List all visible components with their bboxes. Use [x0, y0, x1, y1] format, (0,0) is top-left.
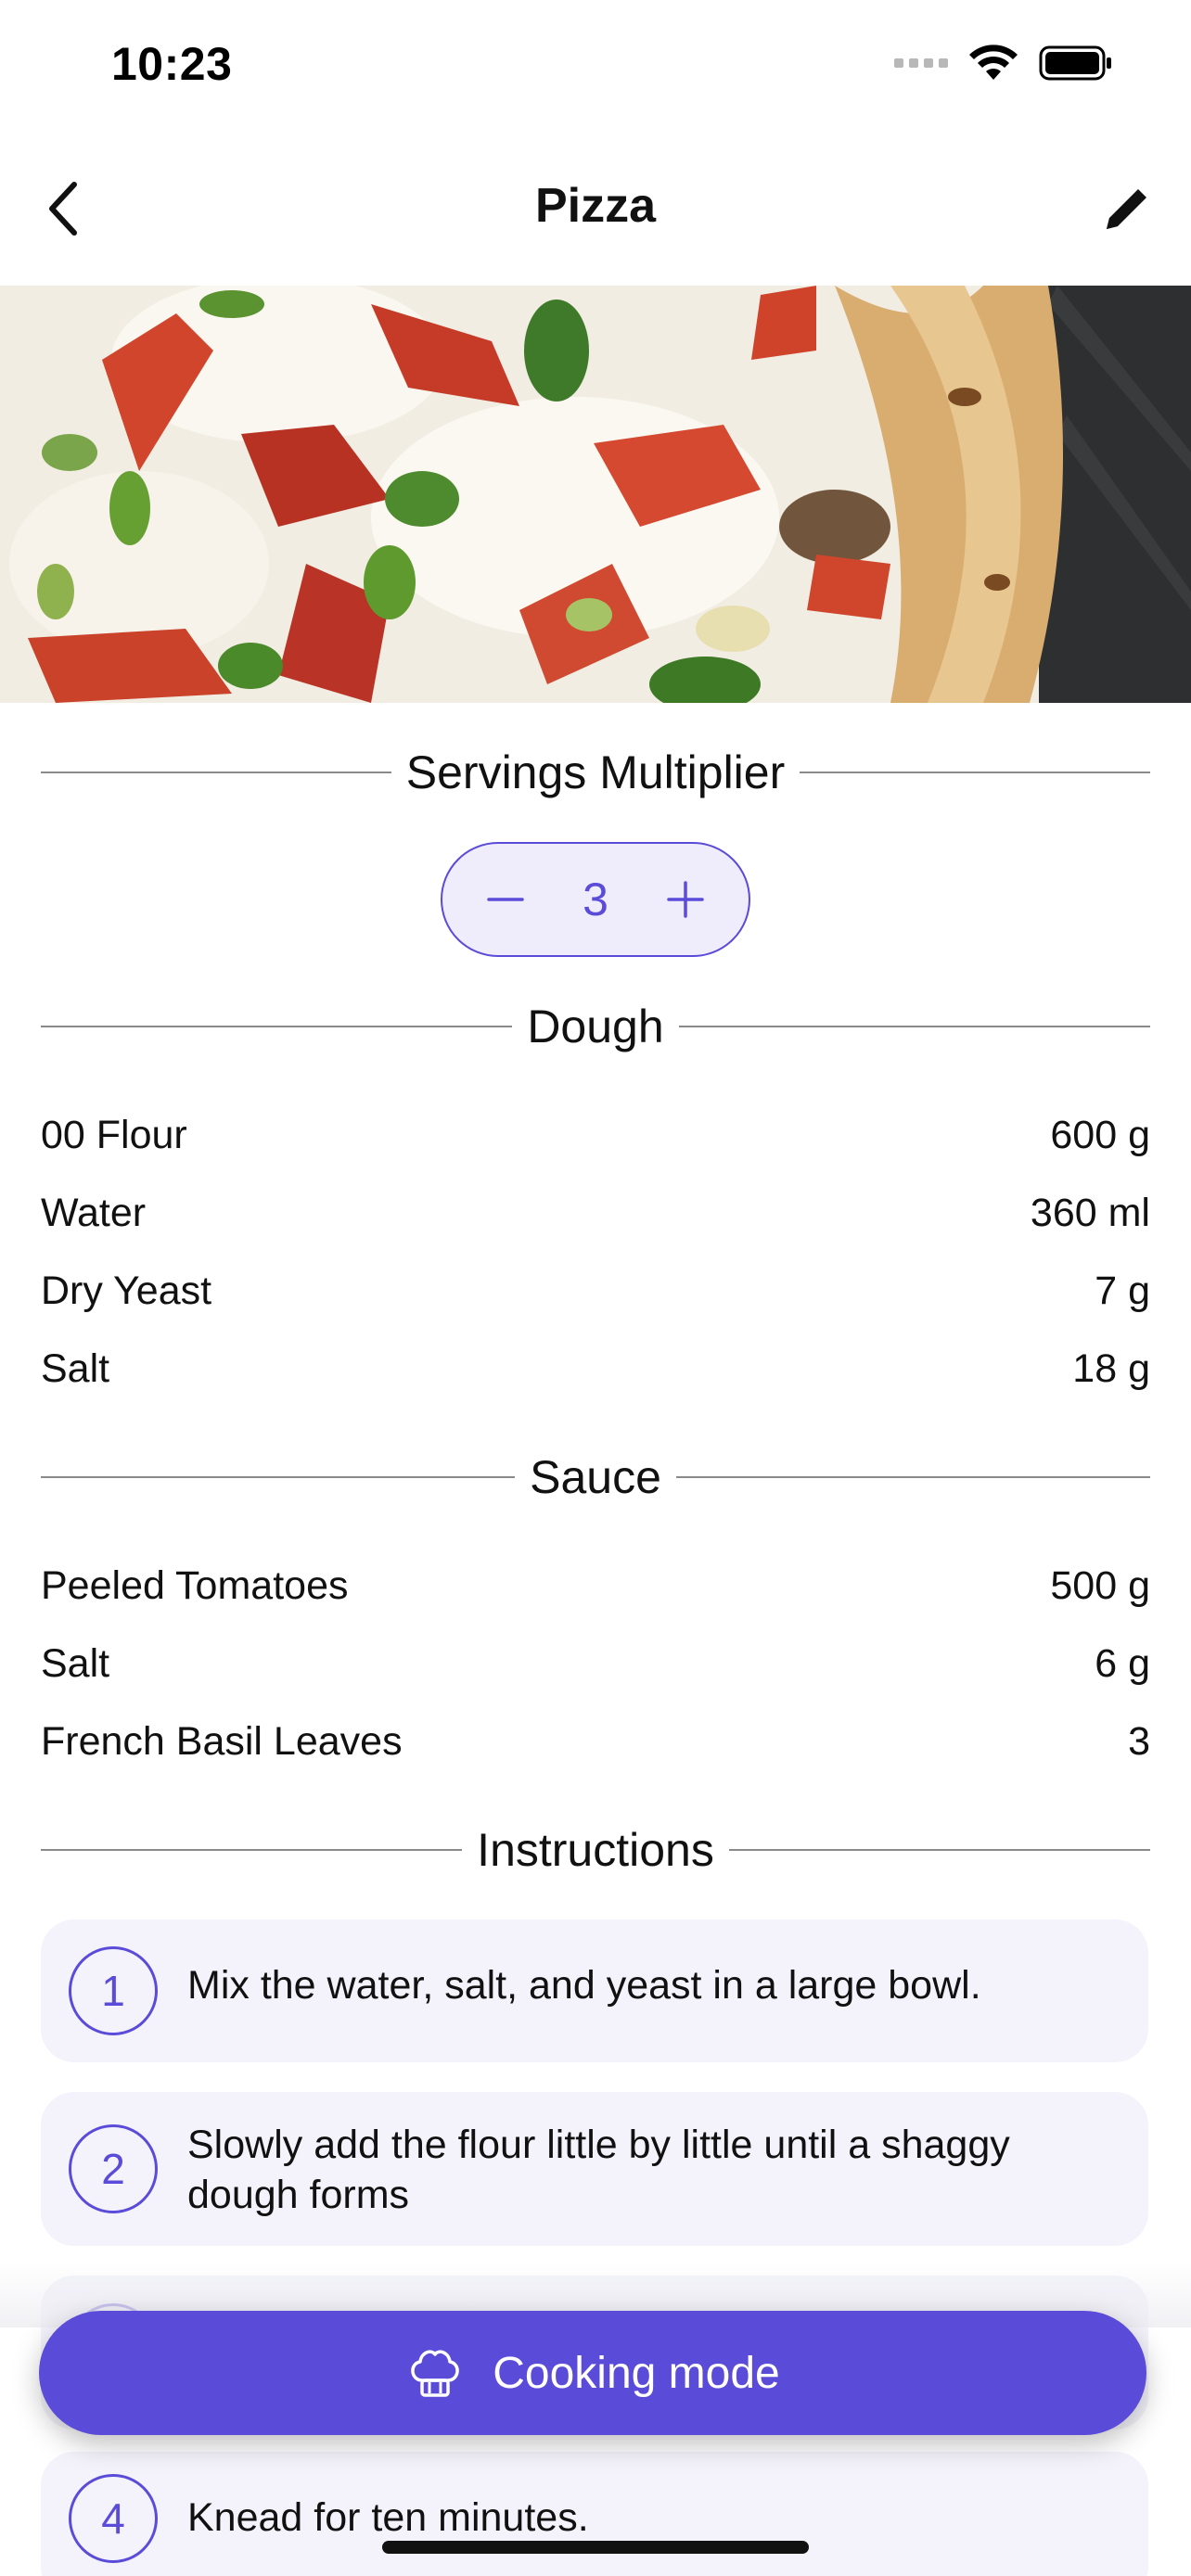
- recipe-photo: [0, 286, 1191, 703]
- ingredient-row: French Basil Leaves 3: [41, 1702, 1150, 1780]
- ingredient-amount: 18 g: [1072, 1345, 1150, 1391]
- divider-line: [41, 772, 391, 773]
- ingredient-name: French Basil Leaves: [41, 1718, 403, 1764]
- battery-icon: [1039, 45, 1111, 81]
- home-indicator: [382, 2541, 809, 2554]
- dough-ingredient-list: 00 Flour 600 g Water 360 ml Dry Yeast 7 …: [41, 1096, 1150, 1408]
- ingredient-name: 00 Flour: [41, 1112, 187, 1157]
- dough-title: Dough: [527, 1001, 664, 1052]
- step-text: Mix the water, salt, and yeast in a larg…: [187, 1963, 981, 2008]
- divider-line: [678, 1026, 1150, 1027]
- cellular-signal-icon: [894, 58, 948, 68]
- dough-header: Dough: [41, 994, 1150, 1059]
- step-number: 1: [69, 1946, 158, 2035]
- divider-line: [728, 1849, 1151, 1851]
- ingredient-name: Salt: [41, 1640, 110, 1686]
- ingredient-row: Water 360 ml: [41, 1174, 1150, 1252]
- ingredient-row: 00 Flour 600 g: [41, 1096, 1150, 1174]
- ingredient-row: Dry Yeast 7 g: [41, 1252, 1150, 1330]
- chef-hat-icon: [411, 2350, 459, 2397]
- divider-line: [675, 1476, 1150, 1478]
- sauce-title: Sauce: [530, 1451, 661, 1503]
- servings-value: 3: [583, 874, 608, 925]
- ingredient-name: Dry Yeast: [41, 1268, 212, 1313]
- step-text: Slowly add the flour little by little un…: [187, 2123, 1010, 2217]
- ingredient-amount: 6 g: [1095, 1640, 1150, 1686]
- instruction-step: 2 Slowly add the flour little by little …: [41, 2092, 1148, 2246]
- step-text: Knead for ten minutes.: [187, 2495, 589, 2540]
- divider-line: [41, 1476, 516, 1478]
- step-number: 4: [69, 2474, 158, 2563]
- pencil-icon: [1107, 189, 1146, 229]
- navigation-bar: Pizza: [0, 158, 1191, 260]
- plus-icon: [667, 881, 704, 918]
- status-bar: 10:23: [0, 0, 1191, 139]
- ingredient-row: Salt 6 g: [41, 1625, 1150, 1702]
- ingredient-amount: 3: [1128, 1718, 1150, 1764]
- minus-icon: [487, 898, 524, 901]
- ingredient-amount: 360 ml: [1030, 1190, 1150, 1235]
- cooking-mode-label: Cooking mode: [493, 2348, 780, 2398]
- page-title: Pizza: [534, 179, 657, 233]
- instruction-step: 1 Mix the water, salt, and yeast in a la…: [41, 1919, 1148, 2062]
- wifi-icon: [969, 45, 1018, 80]
- servings-stepper: 3: [441, 842, 750, 957]
- ingredient-row: Salt 18 g: [41, 1330, 1150, 1408]
- ingredient-name: Peeled Tomatoes: [41, 1562, 349, 1608]
- divider-line: [800, 772, 1151, 773]
- increment-button[interactable]: [658, 872, 713, 927]
- instructions-header: Instructions: [41, 1817, 1151, 1882]
- status-time: 10:23: [111, 38, 233, 90]
- step-number: 2: [69, 2124, 158, 2213]
- divider-line: [41, 1026, 513, 1027]
- status-icons: [894, 45, 1113, 82]
- edit-button[interactable]: [1096, 178, 1158, 239]
- servings-label: Servings Multiplier: [405, 746, 786, 798]
- divider-line: [41, 1849, 463, 1851]
- sauce-header: Sauce: [41, 1445, 1150, 1510]
- ingredient-row: Peeled Tomatoes 500 g: [41, 1547, 1150, 1625]
- ingredient-name: Salt: [41, 1345, 110, 1391]
- ingredient-amount: 7 g: [1095, 1268, 1150, 1313]
- sauce-ingredient-list: Peeled Tomatoes 500 g Salt 6 g French Ba…: [41, 1547, 1150, 1780]
- servings-header: Servings Multiplier: [41, 740, 1151, 805]
- ingredient-name: Water: [41, 1190, 147, 1235]
- instructions-title: Instructions: [477, 1824, 714, 1876]
- decrement-button[interactable]: [478, 872, 533, 927]
- recipe-screen: 10:23 Pizza Servings Multiplier 3 Dough …: [0, 0, 1191, 2576]
- ingredient-amount: 600 g: [1050, 1112, 1150, 1157]
- instruction-step: 4 Knead for ten minutes.: [41, 2452, 1148, 2576]
- cooking-mode-button[interactable]: Cooking mode: [39, 2311, 1146, 2435]
- ingredient-amount: 500 g: [1050, 1562, 1150, 1608]
